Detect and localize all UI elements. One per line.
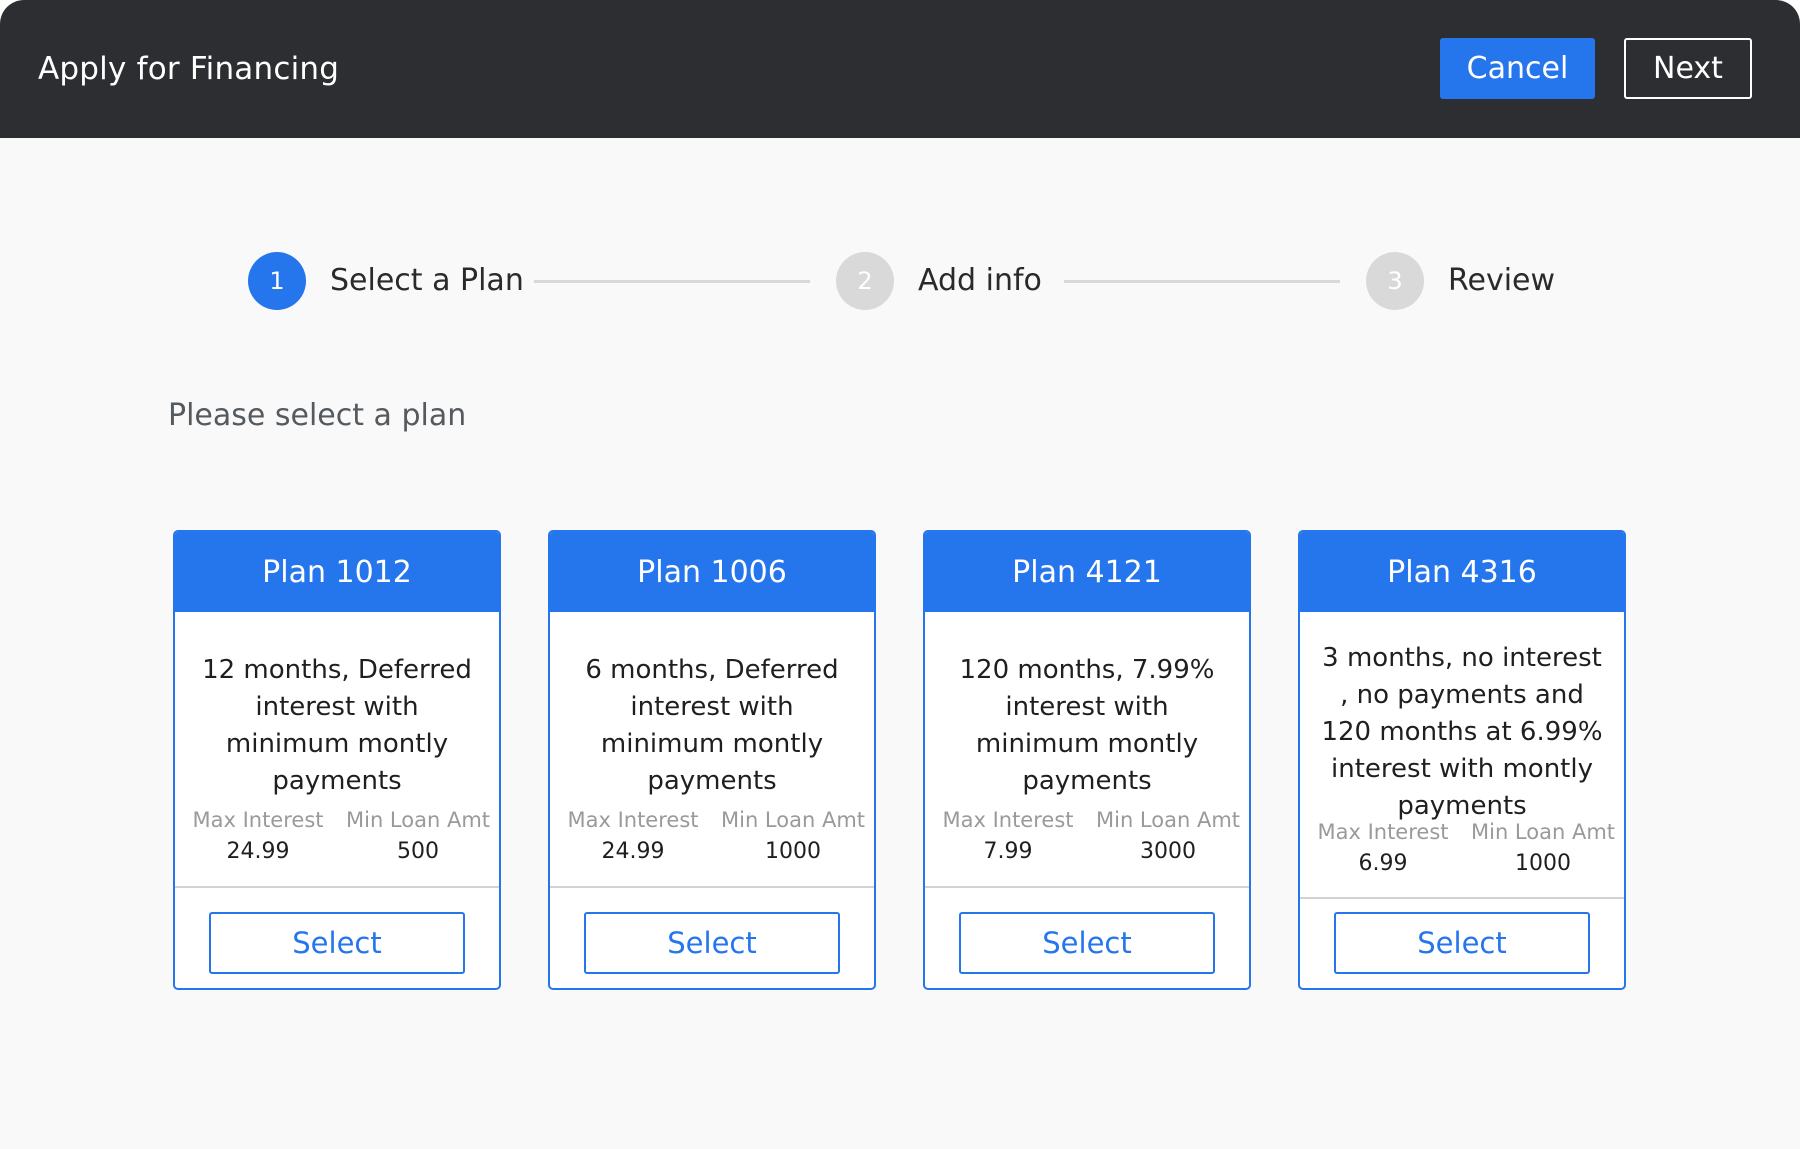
max-interest-value: 7.99: [983, 839, 1033, 864]
next-button[interactable]: Next: [1624, 38, 1752, 99]
min-loan-label: Min Loan Amt: [1470, 820, 1616, 844]
card-divider: [1300, 897, 1624, 899]
max-interest-label: Max Interest: [567, 808, 699, 832]
min-loan-label: Min Loan Amt: [720, 808, 866, 832]
page-title: Apply for Financing: [38, 51, 340, 87]
step-3-label: Review: [1448, 263, 1556, 298]
step-connector-2: [1064, 280, 1340, 283]
step-2-indicator: 2: [836, 252, 894, 310]
select-plan-button[interactable]: Select: [959, 912, 1215, 974]
min-loan-label: Min Loan Amt: [345, 808, 491, 832]
financing-window: Apply for Financing Cancel Next 1 Select…: [0, 0, 1800, 1149]
plan-description: 120 months, 7.99% interest with minimum …: [959, 655, 1215, 796]
step-2-label: Add info: [918, 263, 1042, 298]
max-interest-value: 24.99: [601, 839, 665, 864]
plan-card: Plan 1006 6 months, Deferred interest wi…: [548, 530, 876, 990]
plan-name: Plan 1012: [175, 532, 499, 612]
plan-description: 6 months, Deferred interest with minimum…: [585, 655, 839, 796]
min-loan-value: 3000: [1140, 839, 1196, 864]
step-connector-1: [534, 280, 810, 283]
max-interest-label: Max Interest: [942, 808, 1074, 832]
step-1-label: Select a Plan: [330, 263, 524, 298]
header-bar: Apply for Financing Cancel Next: [0, 0, 1800, 138]
plan-name: Plan 4121: [925, 532, 1249, 612]
select-plan-prompt: Please select a plan: [168, 398, 467, 433]
max-interest-label: Max Interest: [1317, 820, 1449, 844]
plan-card: Plan 4121 120 months, 7.99% interest wit…: [923, 530, 1251, 990]
select-plan-button[interactable]: Select: [1334, 912, 1590, 974]
min-loan-value: 500: [397, 839, 439, 864]
cancel-button[interactable]: Cancel: [1440, 38, 1595, 99]
card-divider: [550, 886, 874, 888]
max-interest-label: Max Interest: [192, 808, 324, 832]
plan-description: 3 months, no interest , no payments and …: [1321, 643, 1603, 821]
select-plan-button[interactable]: Select: [209, 912, 465, 974]
min-loan-label: Min Loan Amt: [1095, 808, 1241, 832]
max-interest-value: 6.99: [1358, 851, 1408, 876]
plan-name: Plan 1006: [550, 532, 874, 612]
card-divider: [175, 886, 499, 888]
min-loan-value: 1000: [1515, 851, 1571, 876]
plan-card: Plan 1012 12 months, Deferred interest w…: [173, 530, 501, 990]
max-interest-value: 24.99: [226, 839, 290, 864]
card-divider: [925, 886, 1249, 888]
step-3-indicator: 3: [1366, 252, 1424, 310]
plan-description: 12 months, Deferred interest with minimu…: [202, 655, 472, 796]
plan-card: Plan 4316 3 months, no interest , no pay…: [1298, 530, 1626, 990]
min-loan-value: 1000: [765, 839, 821, 864]
select-plan-button[interactable]: Select: [584, 912, 840, 974]
step-1-indicator: 1: [248, 252, 306, 310]
plan-name: Plan 4316: [1300, 532, 1624, 612]
